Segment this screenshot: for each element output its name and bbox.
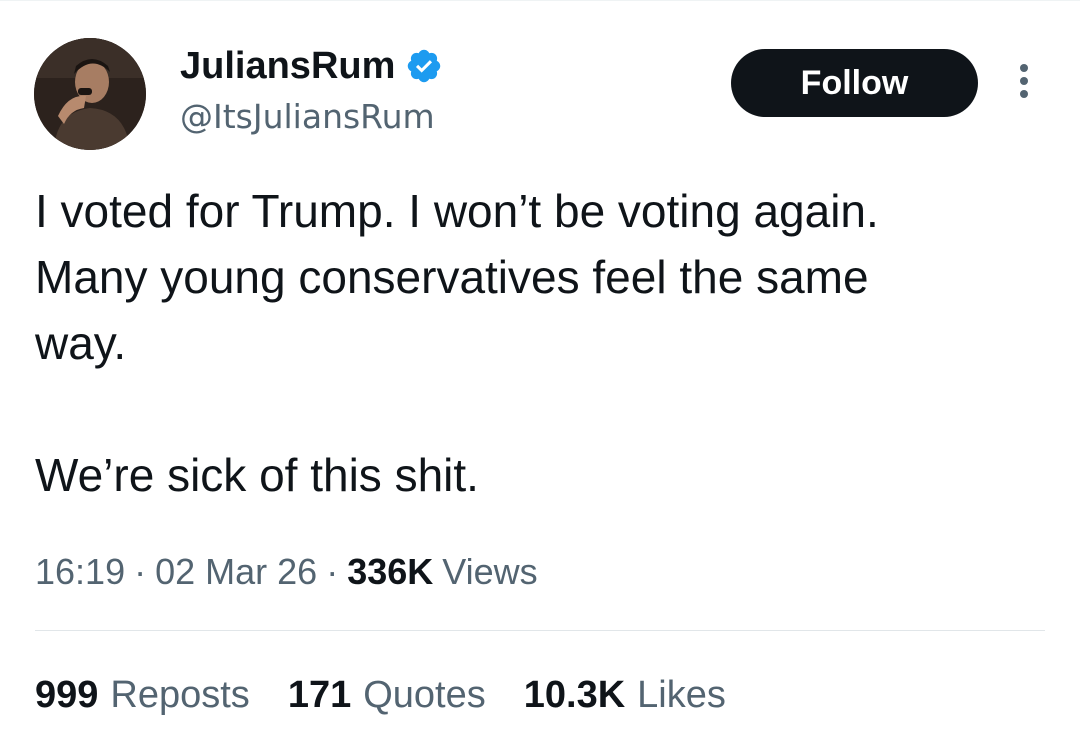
author-handle[interactable]: @ItsJuliansRum	[180, 95, 435, 139]
views-label: Views	[442, 551, 538, 592]
meta-separator: ·	[326, 551, 339, 592]
quotes-count: 171	[287, 673, 352, 716]
tweet-text: I voted for Trump. I won’t be voting aga…	[35, 178, 1025, 508]
quotes-stat[interactable]: 171 Quotes	[288, 674, 486, 717]
tweet-meta: 16:19 · 02 Mar 26 · 336K Views	[35, 546, 538, 598]
user-photo-avatar-icon	[34, 38, 146, 150]
meta-separator: ·	[134, 551, 147, 592]
top-divider	[0, 0, 1080, 1]
likes-label: Likes	[637, 673, 726, 716]
engagement-stats: 999 Reposts 171 Quotes 10.3K Likes	[35, 668, 764, 722]
tweet-line: We’re sick of this shit.	[35, 449, 479, 501]
tweet-line: Many young conservatives feel the same	[35, 251, 869, 303]
tweet-line: way.	[35, 317, 127, 369]
likes-stat[interactable]: 10.3K Likes	[524, 674, 726, 717]
author-name-row: JuliansRum	[180, 42, 443, 90]
views-count: 336K	[347, 551, 434, 592]
reposts-stat[interactable]: 999 Reposts	[35, 674, 250, 717]
follow-button[interactable]: Follow	[731, 49, 978, 117]
tweet-line: I voted for Trump. I won’t be voting aga…	[35, 185, 879, 237]
reposts-label: Reposts	[110, 673, 250, 716]
tweet-date[interactable]: 02 Mar 26	[155, 551, 317, 593]
likes-count: 10.3K	[523, 673, 626, 716]
stats-divider	[35, 630, 1045, 631]
more-vertical-icon[interactable]	[1008, 60, 1040, 108]
quotes-label: Quotes	[363, 673, 486, 716]
author-display-name[interactable]: JuliansRum	[180, 42, 395, 90]
verified-badge-icon[interactable]	[405, 47, 443, 85]
tweet-time[interactable]: 16:19	[35, 551, 125, 593]
avatar[interactable]	[34, 38, 146, 150]
reposts-count: 999	[35, 673, 99, 716]
